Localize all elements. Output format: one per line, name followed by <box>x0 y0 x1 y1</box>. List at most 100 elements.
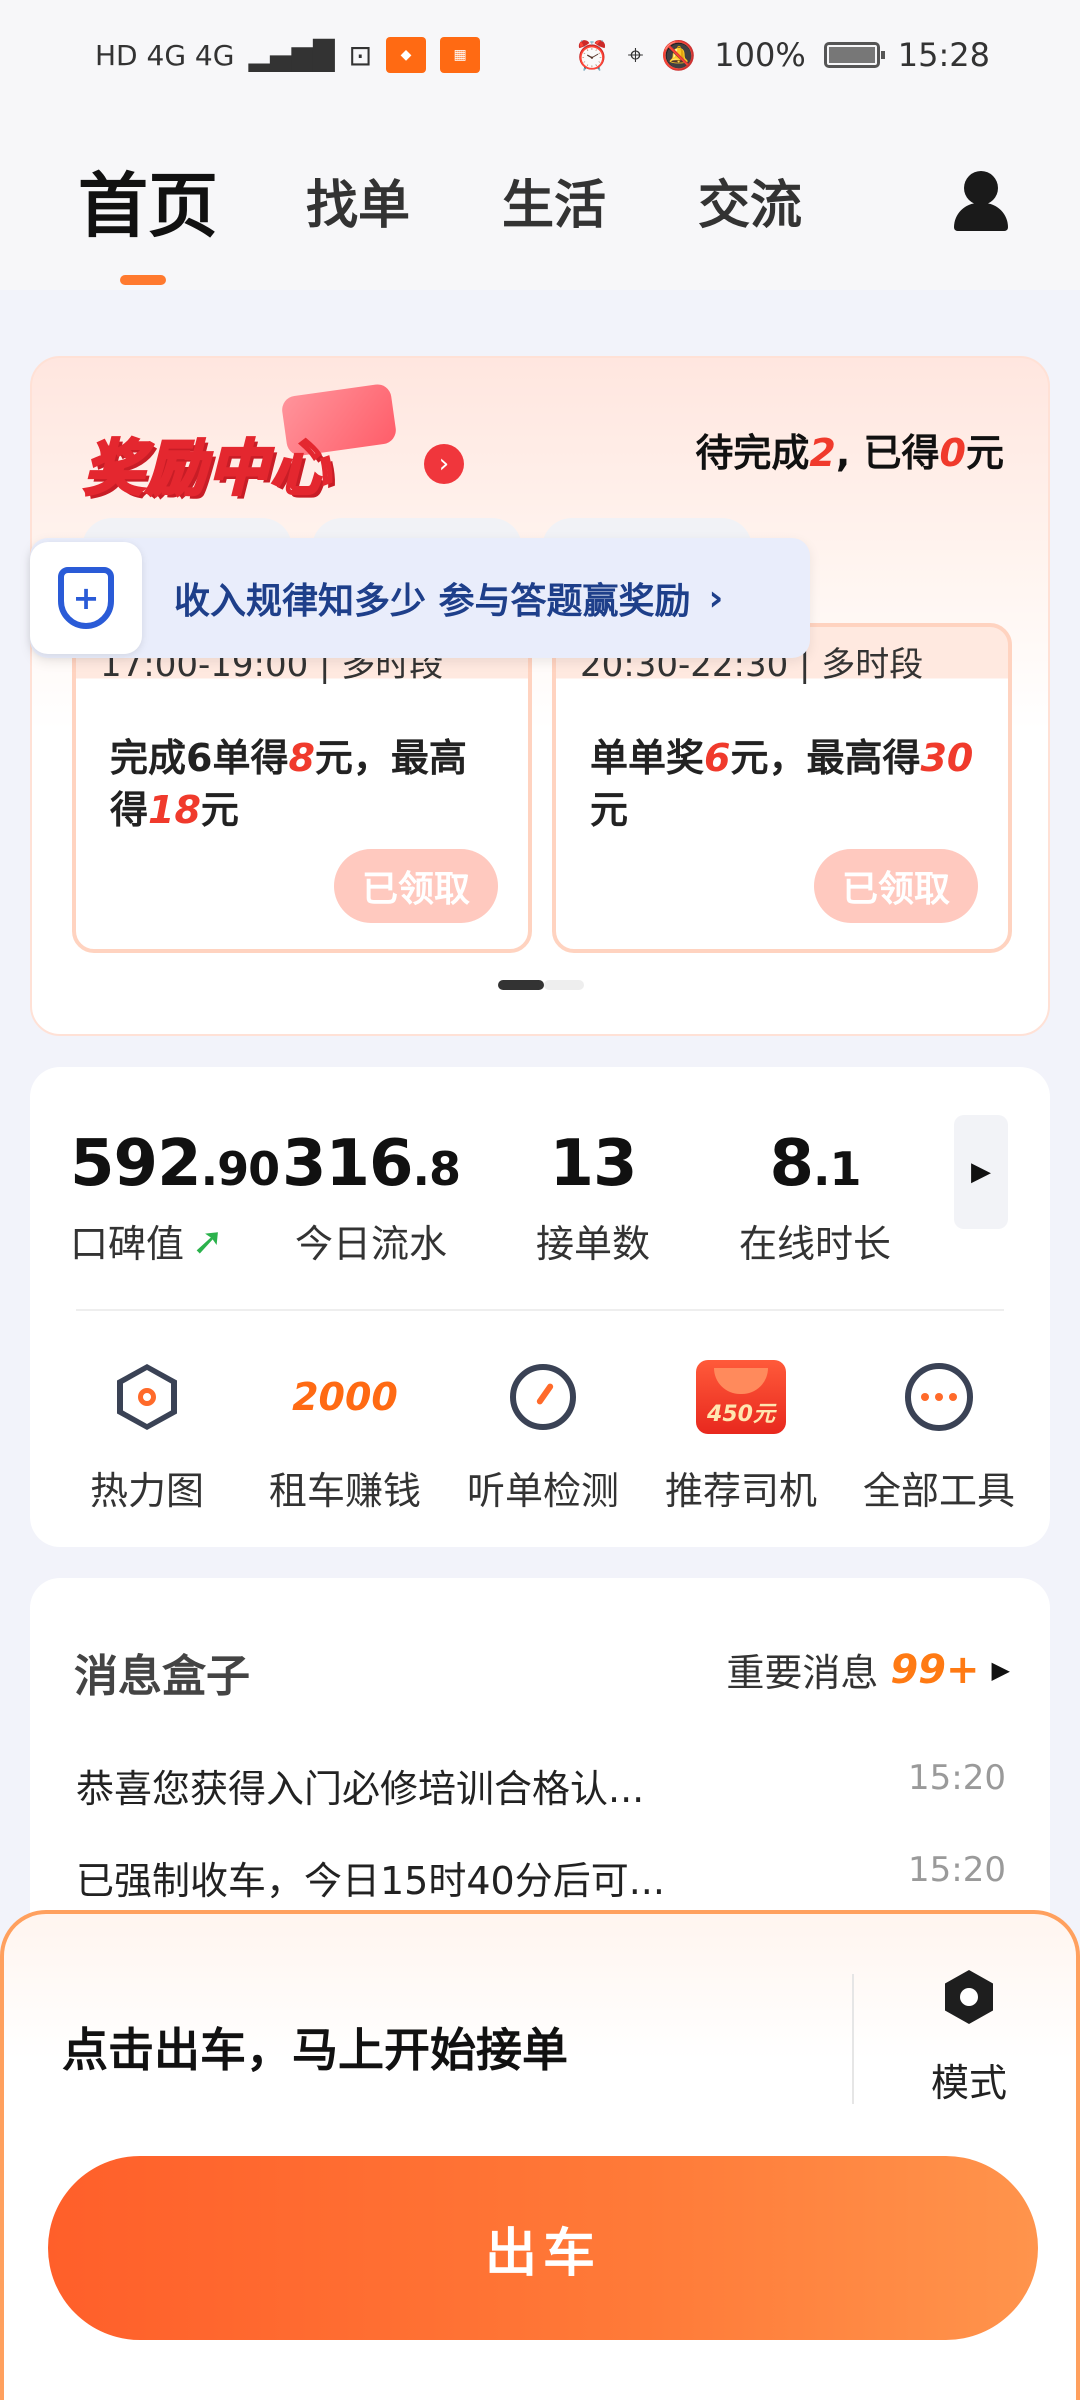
tool-all-tools[interactable]: 全部工具 <box>840 1352 1038 1515</box>
stat-dec: .8 <box>412 1142 461 1196</box>
gauge-icon <box>510 1364 576 1430</box>
mode-button[interactable]: 模式 <box>909 1970 1029 2107</box>
tooltip-text: 收入规律知多少 参与答题赢奖励 <box>174 581 691 622</box>
stat-label: 口碑值 <box>70 1222 185 1266</box>
go-online-button[interactable]: 出车 <box>48 2156 1038 2340</box>
message-time: 15:20 <box>908 1850 1006 1890</box>
message-text: 恭喜您获得入门必修培训合格认... <box>76 1767 645 1811</box>
more-icon <box>905 1363 973 1431</box>
shield-icon-box: + <box>30 542 142 654</box>
alarm-icon: ⏰ <box>574 38 610 72</box>
divider <box>76 1309 1004 1311</box>
rent-car-icon: 2000 <box>292 1375 398 1419</box>
play-right-icon: ▶ <box>971 1157 991 1187</box>
earned-amount: 0 <box>939 431 966 475</box>
stat-today-revenue[interactable]: 316.8 今日流水 <box>260 1127 482 1268</box>
settings-hex-icon <box>945 1970 993 2024</box>
tool-refer-driver[interactable]: 450元 推荐司机 <box>642 1352 840 1515</box>
reward-desc: 单单奖6元，最高得30 元 <box>590 732 980 836</box>
tool-heatmap[interactable]: 热力图 <box>48 1352 246 1515</box>
important-label: 重要消息 <box>726 1651 879 1695</box>
go-online-prompt: 点击出车，马上开始接单 <box>62 2023 568 2077</box>
reward-desc: 完成6单得8元，最高得18元 <box>110 732 500 836</box>
status-mid: , 已得 <box>835 431 940 475</box>
desc-text: 元 <box>590 788 629 832</box>
status-bar: HD 4G 4G ▂▄▆█ ⊡ ◆ ▦ ⏰ ⌖ 🔕 100% 15:28 <box>0 0 1080 110</box>
carousel-indicator <box>498 980 584 990</box>
stat-label: 接单数 <box>535 1222 650 1266</box>
desc-text: 元，最高得 <box>730 736 921 780</box>
important-count-badge: 99+ <box>890 1646 980 1693</box>
tool-label: 热力图 <box>89 1469 204 1513</box>
stat-int: 316 <box>281 1127 414 1201</box>
pending-count: 2 <box>809 431 836 475</box>
red-packet-icon: 450元 <box>696 1360 786 1434</box>
stat-value: 13 <box>482 1127 704 1201</box>
reward-item[interactable]: 20:30-22:30 | 多时段 单单奖6元，最高得30元 已领取 <box>552 623 1012 953</box>
tool-label: 听单检测 <box>466 1469 619 1513</box>
desc-highlight: 30 <box>920 736 974 780</box>
stat-online-hours[interactable]: 8.1 在线时长 <box>704 1127 926 1268</box>
message-text: 已强制收车，今日15时40分后可... <box>76 1859 665 1903</box>
claimed-button[interactable]: 已领取 <box>334 849 498 923</box>
stat-label-row: 在线时长 <box>704 1213 926 1268</box>
app-notification-icon: ◆ <box>386 37 427 73</box>
tab-home[interactable]: 首页 <box>78 150 218 285</box>
battery-percent: 100% <box>714 36 806 74</box>
stat-int: 8 <box>769 1127 814 1201</box>
stats-row: 592.90 口碑值 ➚ 316.8 今日流水 13 接单数 8.1 在线时长 <box>70 1127 926 1268</box>
heatmap-icon <box>117 1364 177 1430</box>
reward-item[interactable]: 17:00-19:00 | 多时段 完成6单得8元，最高得18元 已领取 <box>72 623 532 953</box>
stat-int: 13 <box>549 1127 637 1201</box>
app-notification-icon-2: ▦ <box>440 37 481 73</box>
desc-highlight: 6 <box>704 736 731 780</box>
stat-dec: .1 <box>813 1142 861 1196</box>
desc-text: 单单奖 <box>590 736 705 780</box>
message-box-title: 消息盒子 <box>74 1651 250 1702</box>
shield-icon: + <box>58 567 114 629</box>
divider <box>852 1974 854 2104</box>
stats-more-button[interactable]: ▶ <box>954 1115 1008 1229</box>
reward-status: 待完成2, 已得0元 <box>695 422 1004 477</box>
go-online-panel: 点击出车，马上开始接单 模式 出车 <box>0 1910 1080 2400</box>
tab-community[interactable]: 交流 <box>698 163 802 238</box>
message-item[interactable]: 已强制收车，今日15时40分后可... 15:20 <box>76 1850 1006 1905</box>
claimed-button[interactable]: 已领取 <box>814 849 978 923</box>
play-right-icon: ▶ <box>991 1655 1010 1684</box>
message-time: 15:20 <box>908 1758 1006 1798</box>
tool-order-check[interactable]: 听单检测 <box>444 1352 642 1515</box>
stat-order-count[interactable]: 13 接单数 <box>482 1127 704 1268</box>
tool-label: 推荐司机 <box>664 1469 817 1513</box>
cast-icon: ⊡ <box>348 38 373 72</box>
stat-value: 8.1 <box>704 1127 926 1201</box>
message-item[interactable]: 恭喜您获得入门必修培训合格认... 15:20 <box>76 1758 1006 1813</box>
mode-label: 模式 <box>930 2061 1007 2105</box>
quiz-tooltip[interactable]: + 收入规律知多少 参与答题赢奖励 › <box>30 538 810 658</box>
stat-label-row: 口碑值 ➚ <box>70 1213 260 1268</box>
desc-text: 元 <box>200 788 239 832</box>
tab-life[interactable]: 生活 <box>502 163 606 238</box>
stat-value: 592.90 <box>70 1127 280 1201</box>
tools-row: 热力图 2000 租车赚钱 听单检测 450元 推荐司机 全部工具 <box>48 1352 1038 1515</box>
tool-rent-car[interactable]: 2000 租车赚钱 <box>246 1352 444 1515</box>
stat-label: 在线时长 <box>738 1222 891 1266</box>
desc-text: 完成6单得 <box>110 736 289 780</box>
stat-value: 316.8 <box>260 1127 482 1201</box>
desc-highlight: 18 <box>148 788 201 832</box>
stat-label-row: 今日流水 <box>260 1213 482 1268</box>
chevron-right-icon: › <box>424 444 464 484</box>
reward-center-logo[interactable]: 奖励中心 › <box>83 382 464 510</box>
important-messages-link[interactable]: 重要消息 99+ ▶ <box>726 1642 1010 1697</box>
tool-label: 租车赚钱 <box>268 1469 421 1513</box>
chevron-right-icon: › <box>708 577 724 619</box>
battery-icon <box>823 42 885 68</box>
stat-int: 592 <box>70 1127 202 1201</box>
tab-find-orders[interactable]: 找单 <box>306 163 410 238</box>
mute-icon: 🔕 <box>661 38 697 72</box>
clock: 15:28 <box>897 36 990 74</box>
desc-highlight: 8 <box>288 736 315 780</box>
tool-label: 全部工具 <box>862 1469 1015 1513</box>
status-suffix: 元 <box>965 431 1004 475</box>
profile-icon[interactable] <box>952 171 1010 231</box>
stat-reputation[interactable]: 592.90 口碑值 ➚ <box>70 1127 280 1268</box>
